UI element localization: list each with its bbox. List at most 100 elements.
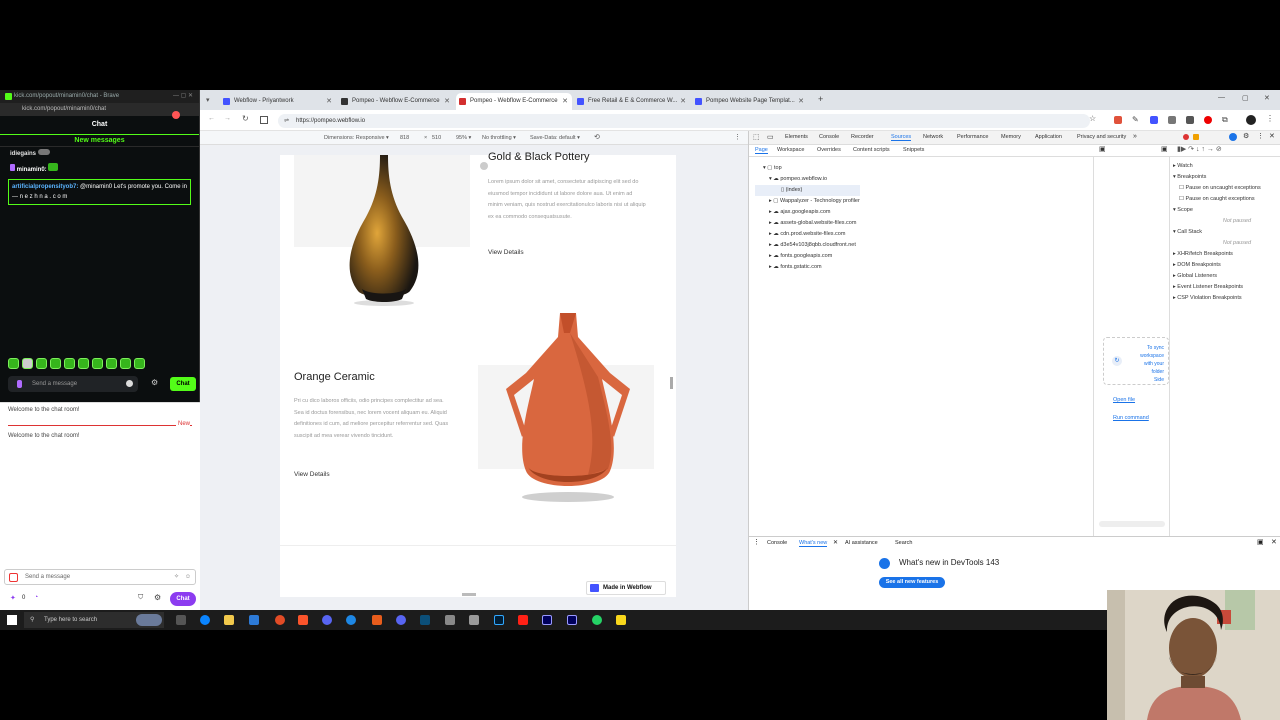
close-window-icon[interactable]: ✕ [1264, 94, 1270, 102]
app-icon[interactable] [616, 615, 626, 625]
new-tab-icon[interactable]: + [818, 94, 823, 104]
bookmark-page-icon[interactable] [260, 116, 268, 124]
app-icon[interactable] [420, 615, 430, 625]
toggle-sidebar-icon[interactable]: ▣ [1099, 145, 1106, 153]
dock-icon[interactable]: ▣ [1257, 538, 1264, 546]
chat-username[interactable]: idiegains [10, 151, 36, 157]
tree-node[interactable]: ▸ ▢ Wappalyzer - Technology profiler [755, 196, 860, 207]
brave-shield-icon[interactable] [172, 111, 180, 119]
drawer-tab-console[interactable]: Console [767, 540, 787, 546]
close-drawer-icon[interactable]: ✕ [1271, 538, 1277, 546]
extension-icon[interactable] [1186, 116, 1194, 124]
workspace-sync-box[interactable]: ↻ To sync workspace with your folder Sid… [1103, 337, 1169, 385]
maximize-icon[interactable]: ▢ [1242, 94, 1249, 102]
section-callstack[interactable]: ▾ Call Stack [1173, 227, 1280, 238]
extension-icon[interactable] [1150, 116, 1158, 124]
new-messages-banner[interactable]: New messages [0, 134, 199, 147]
extension-icon[interactable] [1204, 116, 1212, 124]
subtab-content-scripts[interactable]: Content scripts [853, 147, 890, 153]
emoji-icon[interactable]: ☺ [185, 570, 191, 584]
settings-gear-icon[interactable]: ⚙ [154, 593, 161, 602]
horizontal-scrollbar[interactable] [1099, 521, 1165, 527]
checkbox-row[interactable]: ☐ Pause on caught exceptions [1173, 194, 1280, 205]
checkbox-row[interactable]: ☐ Pause on uncaught exceptions [1173, 183, 1280, 194]
windows-start-icon[interactable] [7, 615, 17, 625]
close-tab-icon[interactable]: ✕ [562, 93, 568, 110]
emote-icon[interactable] [22, 358, 33, 369]
device-menu-icon[interactable]: ⋮ [734, 131, 741, 145]
points-icon[interactable]: ✦ [10, 594, 16, 602]
taskbar-search[interactable]: ⚲ Type here to search [24, 612, 164, 628]
mail-icon[interactable] [249, 615, 259, 625]
devtools-close-icon[interactable]: ✕ [1269, 132, 1275, 140]
emote-icon[interactable] [78, 358, 89, 369]
brave-icon[interactable] [298, 615, 308, 625]
drawer-tab-search[interactable]: Search [895, 540, 912, 546]
close-tab-icon[interactable]: ✕ [680, 93, 686, 110]
section-dom[interactable]: ▸ DOM Breakpoints [1173, 260, 1280, 271]
view-details-link[interactable]: View Details [294, 471, 330, 478]
window-controls-icon[interactable]: — ▢ ✕ [173, 90, 193, 103]
bookmark-star-icon[interactable]: ☆ [1089, 114, 1096, 123]
browser-tab-active[interactable]: Pompeo - Webflow E-Commerce ✕ [456, 93, 572, 110]
errors-icon[interactable] [1183, 134, 1189, 140]
tree-node[interactable]: ▸ ☁ d3e54v103j8qbb.cloudfront.net [755, 240, 860, 251]
drawer-tab-whats-new[interactable]: What's new [799, 540, 828, 547]
section-scope[interactable]: ▾ Scope [1173, 205, 1280, 216]
section-global[interactable]: ▸ Global Listeners [1173, 271, 1280, 282]
kick-chat-button[interactable]: Chat [170, 377, 196, 391]
profile-avatar-icon[interactable] [1246, 115, 1256, 125]
emote-icon[interactable] [134, 358, 145, 369]
close-tab-icon[interactable]: ✕ [444, 93, 450, 110]
emote-icon[interactable] [36, 358, 47, 369]
rotate-icon[interactable]: ⟲ [594, 131, 600, 145]
ai-assist-icon[interactable] [1229, 133, 1237, 141]
emoji-icon[interactable] [126, 380, 133, 387]
toggle-debugger-icon[interactable]: ▣ [1161, 145, 1168, 153]
chrome-icon[interactable] [275, 615, 285, 625]
dimensions-select[interactable]: Dimensions: Responsive ▾ [324, 131, 389, 145]
kick-url-bar[interactable]: kick.com/popout/minamin0/chat [0, 103, 199, 119]
devtools-tab-network[interactable]: Network [923, 134, 943, 140]
drawer-tab-ai[interactable]: AI assistance [845, 540, 878, 546]
inspect-icon[interactable]: ⬚ [753, 133, 760, 141]
back-icon[interactable]: ← [208, 115, 215, 122]
tree-node[interactable]: ▸ ☁ fonts.googleapis.com [755, 251, 860, 262]
devtools-tab-console[interactable]: Console [819, 134, 839, 140]
more-tabs-icon[interactable]: » [1133, 133, 1137, 140]
subtab-overrides[interactable]: Overrides [817, 147, 841, 153]
chat2-chat-button[interactable]: Chat [170, 592, 196, 606]
devtools-tab-performance[interactable]: Performance [957, 134, 989, 140]
resize-handle[interactable] [670, 377, 673, 389]
premiere-icon[interactable] [542, 615, 552, 625]
kick-message-input[interactable]: Send a message [8, 376, 138, 392]
app-icon[interactable] [372, 615, 382, 625]
see-all-features-button[interactable]: See all new features [879, 577, 945, 588]
chat2-message-input[interactable]: Send a message ✧ ☺ [4, 569, 196, 585]
extensions-puzzle-icon[interactable]: ⧉ [1222, 115, 1228, 125]
url-field[interactable]: ⇌ https://pompeo.webflow.io [278, 114, 1090, 128]
tree-node[interactable]: ▾ ▢ top [755, 163, 860, 174]
tab-menu-icon[interactable]: ▾ [206, 96, 210, 104]
resize-handle-bottom[interactable] [462, 593, 476, 596]
warnings-icon[interactable] [1193, 134, 1199, 140]
app-icon[interactable] [469, 615, 479, 625]
devtools-settings-icon[interactable]: ⚙ [1243, 132, 1249, 140]
reload-icon[interactable]: ↻ [242, 114, 249, 123]
browser-tab[interactable]: Webflow - Priyantwork ✕ [220, 93, 336, 110]
shield-icon[interactable]: ⛉ [138, 594, 143, 602]
tree-node[interactable]: ▸ ☁ cdn.prod.website-files.com [755, 229, 860, 240]
emote-icon[interactable] [8, 358, 19, 369]
sparkle-icon[interactable]: ✧ [174, 570, 179, 584]
devtools-tab-recorder[interactable]: Recorder [851, 134, 874, 140]
settings-gear-icon[interactable]: ⚙ [151, 378, 158, 387]
drawer-menu-icon[interactable]: ⋮ [753, 538, 760, 546]
discord-icon[interactable] [396, 615, 406, 625]
emote-icon[interactable] [106, 358, 117, 369]
photoshop-icon[interactable] [494, 615, 504, 625]
subtab-page[interactable]: Page [755, 147, 768, 154]
tree-node[interactable]: ▸ ☁ ajax.googleapis.com [755, 207, 860, 218]
throttle-select[interactable]: No throttling ▾ [482, 131, 516, 145]
menu-dots-icon[interactable]: ⋮ [1266, 114, 1274, 123]
emote-icon[interactable] [64, 358, 75, 369]
